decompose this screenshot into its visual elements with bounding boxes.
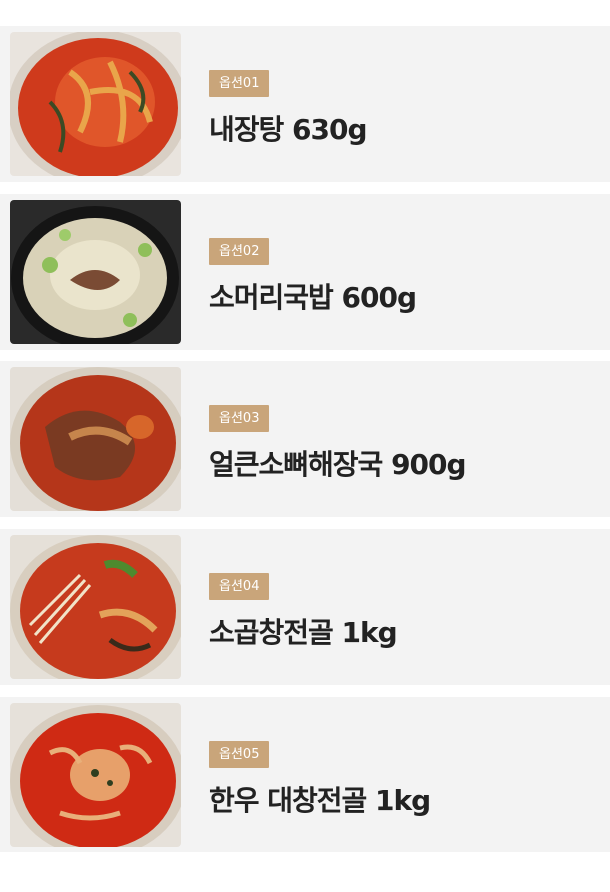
option-name: 한우 대창전골 1kg	[209, 784, 431, 817]
option-badge: 옵션02	[209, 238, 270, 265]
option-card-05[interactable]: 옵션05 한우 대창전골 1kg	[0, 697, 610, 852]
option-name: 얼큰소뼈해장국 900g	[209, 448, 467, 481]
option-badge: 옵션05	[209, 741, 270, 768]
option-badge: 옵션04	[209, 573, 270, 600]
option-name: 소곱창전골 1kg	[209, 616, 398, 649]
option-card-02[interactable]: 옵션02 소머리국밥 600g	[0, 194, 610, 350]
option-name: 소머리국밥 600g	[209, 281, 417, 314]
beef-intestine-hotpot-image-icon	[10, 535, 181, 679]
option-badge: 옵션03	[209, 405, 270, 432]
spicy-beef-bone-hangover-soup-image-icon	[10, 367, 181, 511]
option-badge: 옵션01	[209, 70, 270, 97]
product-option-list: 옵션01 내장탕 630g 옵션02 소머리국밥 600g 옵션03 얼큰소뼈해…	[0, 0, 610, 892]
spicy-beef-tripe-soup-image-icon	[10, 32, 181, 176]
option-name: 내장탕 630g	[209, 113, 368, 146]
option-card-04[interactable]: 옵션04 소곱창전골 1kg	[0, 529, 610, 685]
korean-beef-large-intestine-hotpot-image-icon	[10, 703, 181, 847]
option-card-01[interactable]: 옵션01 내장탕 630g	[0, 26, 610, 182]
beef-head-soup-rice-image-icon	[10, 200, 181, 344]
option-card-03[interactable]: 옵션03 얼큰소뼈해장국 900g	[0, 361, 610, 517]
